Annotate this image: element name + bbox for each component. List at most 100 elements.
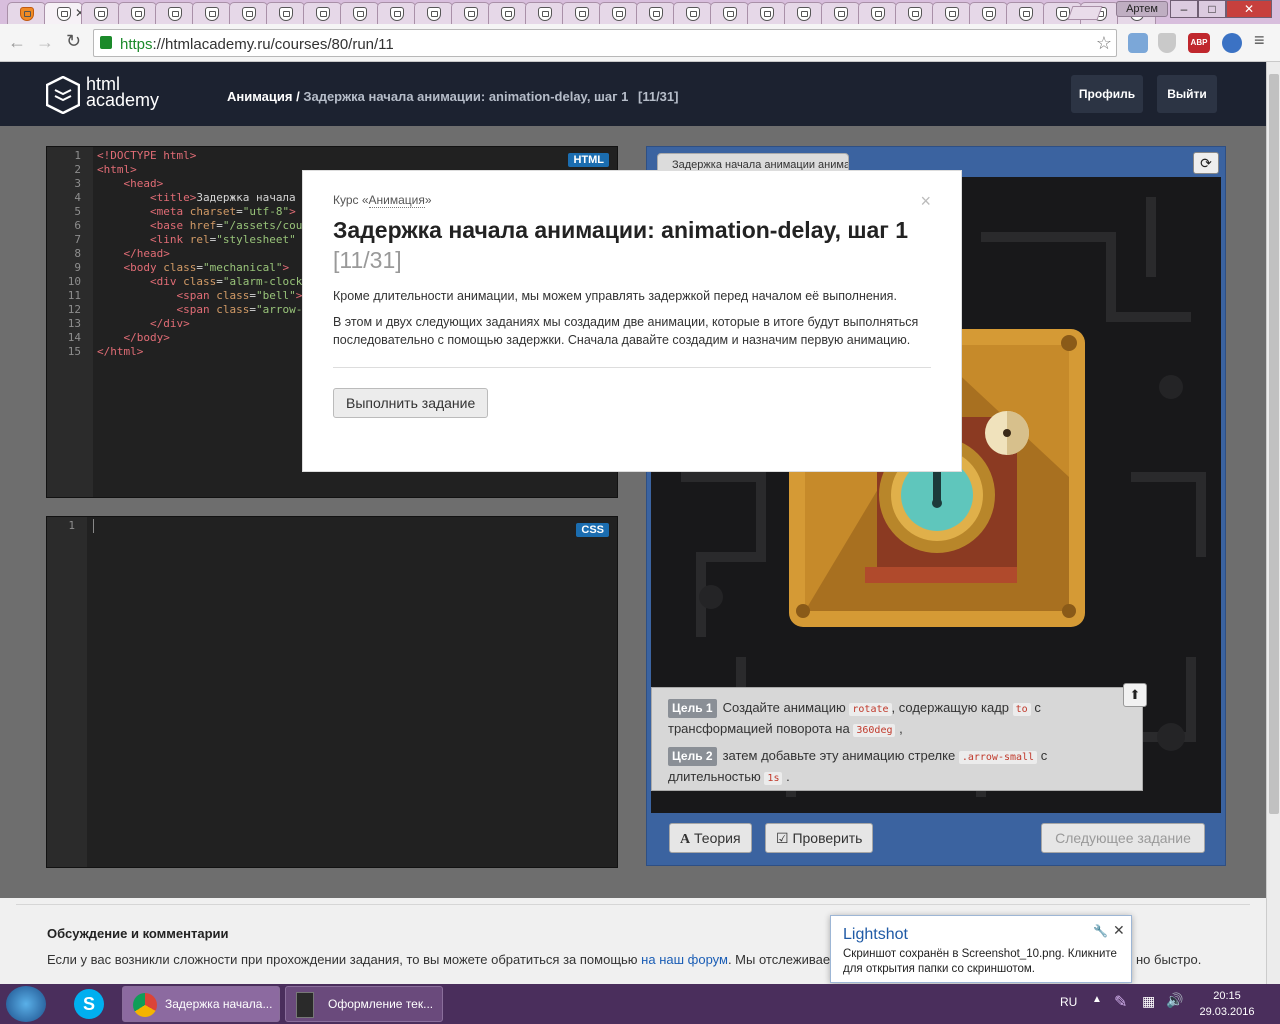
back-arrow-icon[interactable]: ←: [8, 32, 26, 53]
browser-toolbar: ← → ↻ https://htmlacademy.ru/courses/80/…: [0, 24, 1280, 62]
shield-favicon-icon: [871, 7, 885, 21]
modal-paragraph-2: В этом и двух следующих заданиях мы созд…: [333, 315, 919, 347]
browser-tab[interactable]: [710, 2, 749, 24]
adblock-plus-icon[interactable]: ABP: [1188, 33, 1210, 53]
shield-favicon-icon: [168, 7, 182, 21]
shield-favicon-icon: [353, 7, 367, 21]
browser-tab[interactable]: [7, 2, 46, 24]
start-button[interactable]: [6, 986, 46, 1022]
browser-tab[interactable]: [821, 2, 860, 24]
course-link[interactable]: Анимация: [368, 193, 425, 208]
globe-extension-icon[interactable]: [1222, 33, 1242, 53]
modal-paragraph-1: Кроме длительности анимации, мы можем уп…: [333, 289, 897, 303]
lightshot-notification[interactable]: Lightshot 🔧 ✕ Скриншот сохранён в Screen…: [830, 915, 1132, 983]
browser-tab[interactable]: [377, 2, 416, 24]
profile-button[interactable]: Профиль: [1071, 75, 1143, 113]
shield-extension-icon[interactable]: [1158, 33, 1176, 53]
reload-icon[interactable]: ↻: [66, 31, 81, 52]
logo-hexagon-icon: [46, 76, 80, 114]
modal-title: Задержка начала анимации: animation-dela…: [333, 217, 909, 273]
theory-button[interactable]: A Теория: [669, 823, 752, 853]
close-icon[interactable]: ×: [920, 191, 931, 212]
browser-tab[interactable]: [673, 2, 712, 24]
check-button[interactable]: ☑ Проверить: [765, 823, 874, 853]
browser-tab[interactable]: [488, 2, 527, 24]
discussion-text: Если у вас возникли сложности при прохож…: [47, 952, 839, 967]
browser-tab[interactable]: ✕: [44, 2, 85, 24]
modal-divider: [333, 367, 931, 368]
maximize-button[interactable]: □: [1198, 0, 1226, 18]
browser-tab[interactable]: [192, 2, 231, 24]
taskbar-chrome-window[interactable]: Задержка начала...: [122, 986, 280, 1022]
start-task-button[interactable]: Выполнить задание: [333, 388, 489, 418]
browser-tab[interactable]: [932, 2, 971, 24]
collapse-goals-arrow-icon[interactable]: ⬆: [1123, 683, 1147, 707]
browser-tab[interactable]: [81, 2, 120, 24]
font-a-icon: A: [680, 832, 691, 847]
goal-1: Цель 1 Создайте анимацию rotate, содержащ…: [668, 699, 1041, 737]
browser-tab[interactable]: [1006, 2, 1045, 24]
forward-arrow-icon[interactable]: →: [36, 32, 54, 53]
browser-tab[interactable]: [562, 2, 601, 24]
logout-button[interactable]: Выйти: [1157, 75, 1217, 113]
browser-tab[interactable]: [525, 2, 564, 24]
browser-tab[interactable]: [636, 2, 675, 24]
clock[interactable]: 20:15 29.03.2016: [1196, 988, 1258, 1020]
browser-tab[interactable]: [340, 2, 379, 24]
browser-tab[interactable]: [155, 2, 194, 24]
css-editor[interactable]: 1 CSS: [46, 516, 618, 868]
new-tab-button[interactable]: [1067, 6, 1103, 20]
browser-tab[interactable]: [895, 2, 934, 24]
shield-favicon-icon: [20, 7, 34, 21]
url-text: https://htmlacademy.ru/courses/80/run/11: [120, 36, 394, 53]
wrench-icon[interactable]: 🔧: [1093, 924, 1108, 938]
html-editor-code[interactable]: <!DOCTYPE html> <html> <head> <title>Зад…: [97, 149, 302, 359]
forum-link[interactable]: на наш форум: [641, 952, 728, 967]
minimize-button[interactable]: –: [1170, 0, 1198, 18]
profile-user-button[interactable]: Артем: [1116, 1, 1168, 17]
browser-tab[interactable]: [784, 2, 823, 24]
skype-icon[interactable]: S: [74, 989, 104, 1019]
shield-favicon-icon: [538, 7, 552, 21]
browser-tab[interactable]: [229, 2, 268, 24]
taskbar-second-window[interactable]: Оформление тек...: [285, 986, 443, 1022]
browser-tab[interactable]: [858, 2, 897, 24]
page-scrollbar[interactable]: [1266, 62, 1280, 984]
browser-tab[interactable]: [451, 2, 490, 24]
html-editor-gutter: 1 2 3 4 5 6 7 8 9 10 11 12 13 14 15: [47, 147, 93, 497]
shield-favicon-icon: [908, 7, 922, 21]
network-icon[interactable]: ▦: [1142, 993, 1155, 1010]
weather-extension-icon[interactable]: [1128, 33, 1148, 53]
shield-favicon-icon: [131, 7, 145, 21]
menu-icon[interactable]: ≡: [1254, 30, 1265, 51]
shield-favicon-icon: [575, 7, 589, 21]
address-bar[interactable]: https://htmlacademy.ru/courses/80/run/11…: [93, 29, 1117, 57]
browser-tab[interactable]: [414, 2, 453, 24]
shield-favicon-icon: [427, 7, 441, 21]
browser-tab[interactable]: [747, 2, 786, 24]
shield-favicon-icon: [797, 7, 811, 21]
window-close-button[interactable]: ✕: [1226, 0, 1272, 18]
browser-tab[interactable]: [118, 2, 157, 24]
browser-tab[interactable]: [969, 2, 1008, 24]
bookmark-star-icon[interactable]: ☆: [1096, 33, 1112, 54]
browser-tab[interactable]: [266, 2, 305, 24]
shield-favicon-icon: [834, 7, 848, 21]
next-task-button[interactable]: Следующее задание: [1041, 823, 1205, 853]
shield-favicon-icon: [945, 7, 959, 21]
language-indicator[interactable]: RU: [1060, 995, 1077, 1009]
notification-close-icon[interactable]: ✕: [1113, 922, 1125, 939]
logo-text-line2: academy: [86, 90, 160, 110]
chrome-icon: [133, 993, 157, 1017]
browser-tab-strip: ✕: [0, 0, 1280, 24]
browser-tab[interactable]: [303, 2, 342, 24]
scrollbar-thumb[interactable]: [1269, 74, 1279, 814]
browser-tab[interactable]: [599, 2, 638, 24]
discussion-title: Обсуждение и комментарии: [47, 926, 229, 941]
lightshot-tray-icon[interactable]: ✎: [1114, 992, 1127, 1012]
tray-expand-icon[interactable]: ▲: [1092, 994, 1102, 1005]
breadcrumb-course[interactable]: Анимация /: [227, 89, 300, 104]
refresh-icon[interactable]: ⟳: [1193, 152, 1219, 174]
volume-icon[interactable]: 🔊: [1166, 992, 1183, 1009]
shield-favicon-icon: [464, 7, 478, 21]
